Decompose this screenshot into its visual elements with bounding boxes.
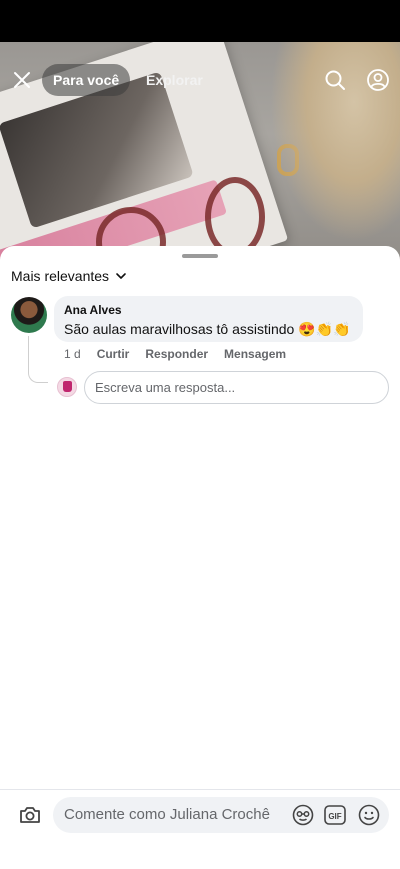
reply-avatar — [57, 377, 77, 397]
search-icon[interactable] — [323, 68, 347, 92]
avatar[interactable] — [11, 297, 47, 333]
comment-timestamp: 1 d — [64, 347, 81, 361]
comment-text: São aulas maravilhosas tô assistindo 😍👏👏 — [64, 321, 351, 337]
emoji-icon[interactable] — [357, 803, 381, 827]
comment-input[interactable]: Comente como Juliana Crochê — [64, 806, 270, 824]
message-button[interactable]: Mensagem — [224, 346, 286, 362]
profile-icon[interactable] — [366, 68, 390, 92]
status-bar — [0, 0, 400, 42]
comment-author[interactable]: Ana Alves — [64, 303, 353, 317]
composer-divider — [0, 789, 400, 790]
reply-button[interactable]: Responder — [145, 346, 208, 362]
page-logo-icon — [63, 381, 72, 392]
tab-explorar[interactable]: Explorar — [135, 64, 214, 96]
chevron-down-icon — [116, 273, 126, 279]
thread-connector — [28, 336, 48, 383]
svg-text:GIF: GIF — [328, 812, 341, 821]
reply-input[interactable] — [84, 371, 389, 404]
camera-icon[interactable] — [18, 803, 42, 827]
comment-bubble[interactable]: Ana Alves São aulas maravilhosas tô assi… — [54, 296, 363, 342]
avatar-sticker-icon[interactable] — [291, 803, 315, 827]
drag-handle[interactable] — [182, 254, 218, 258]
sort-dropdown[interactable]: Mais relevantes — [11, 268, 127, 284]
comment-actions: 1 d Curtir Responder Mensagem — [64, 346, 286, 362]
comment-composer[interactable]: Comente como Juliana Crochê GIF — [53, 797, 389, 833]
gif-icon[interactable]: GIF — [324, 805, 346, 825]
chain-ring — [205, 177, 265, 257]
like-button[interactable]: Curtir — [97, 346, 130, 362]
close-icon[interactable] — [10, 68, 34, 92]
comments-sheet: Mais relevantes Ana Alves São aulas mara… — [0, 246, 400, 869]
reel-top-bar: Para você Explorar — [0, 62, 400, 98]
sort-label: Mais relevantes — [11, 268, 110, 284]
tab-para-voce[interactable]: Para você — [42, 64, 131, 96]
